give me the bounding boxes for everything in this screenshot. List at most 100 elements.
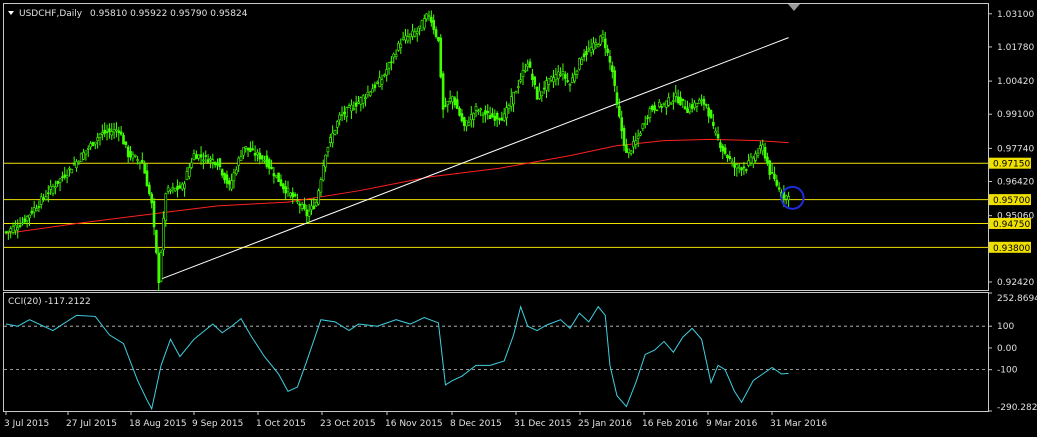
candle-body <box>178 185 182 189</box>
candle-body <box>30 210 34 214</box>
candle-body <box>742 166 746 169</box>
candle-body <box>138 161 142 164</box>
candle-body <box>787 196 790 201</box>
candle-body <box>578 58 581 70</box>
candle-body <box>392 53 396 58</box>
candle-body <box>84 150 88 155</box>
candle-body <box>418 25 421 29</box>
candle-body <box>657 101 661 107</box>
candle-body <box>232 172 236 182</box>
candle-body <box>714 130 718 134</box>
candle-body <box>171 187 175 190</box>
candle-body <box>211 159 215 163</box>
candle-body <box>669 102 673 105</box>
candle-body <box>94 141 97 145</box>
price-axis: 1.03100 1.01780 1.00420 0.99100 0.97740 0.964… <box>988 10 1034 288</box>
candle-body <box>56 180 60 185</box>
candle-body <box>737 166 741 169</box>
candle-body <box>601 34 605 38</box>
candle-body <box>110 131 114 136</box>
candle-body <box>317 190 320 205</box>
candle-body <box>291 192 295 198</box>
candle-body <box>559 73 562 76</box>
candle-body <box>44 196 48 200</box>
candle-body <box>726 154 729 158</box>
candle-body <box>310 205 313 210</box>
candle-body <box>707 107 710 117</box>
candle-body <box>277 172 280 182</box>
candle-body <box>54 186 57 189</box>
candle-body <box>439 37 443 78</box>
candle-body <box>350 104 353 112</box>
candle-body <box>613 70 616 86</box>
candle-body <box>474 106 478 111</box>
candle-body <box>385 69 389 76</box>
candle-body <box>592 42 595 51</box>
candle-body <box>634 140 638 145</box>
price-tick-label: 0.96420 <box>997 178 1034 188</box>
candle-body <box>683 106 687 110</box>
candle-body <box>773 173 776 180</box>
chart-canvas[interactable]: 1.03100 1.01780 1.00420 0.99100 0.97740 0.964… <box>0 0 1037 437</box>
candle-body <box>665 100 668 108</box>
candle-body <box>345 107 349 118</box>
candle-body <box>662 103 666 105</box>
candle-body <box>42 197 45 200</box>
candle-body <box>251 148 255 151</box>
candle-body <box>86 147 90 150</box>
candle-body <box>18 225 22 227</box>
candle-body <box>49 186 52 190</box>
candle-body <box>495 112 499 120</box>
candle-body <box>359 97 363 105</box>
candle-body <box>587 48 591 51</box>
candle-body <box>115 129 118 132</box>
candle-body <box>681 98 685 101</box>
candle-body <box>723 147 727 154</box>
candle-body <box>173 188 177 192</box>
candle-body <box>199 154 203 158</box>
candle-body <box>11 226 15 233</box>
candle-body <box>197 154 200 159</box>
candle-body <box>129 151 132 158</box>
candle-body <box>519 79 522 82</box>
time-tick-label: 1 Oct 2015 <box>256 419 306 429</box>
candle-body <box>477 110 480 113</box>
candle-body <box>227 180 231 185</box>
candle-body <box>712 121 715 126</box>
candle-body <box>364 97 367 100</box>
candle-body <box>239 156 243 161</box>
candle-body <box>756 152 760 156</box>
candle-body <box>373 84 377 89</box>
candle-body <box>162 217 165 251</box>
candle-body <box>148 184 151 194</box>
candle-body <box>265 155 269 167</box>
candle-body <box>157 252 161 284</box>
time-tick-label: 8 Dec 2015 <box>450 419 502 429</box>
candle-body <box>352 108 356 110</box>
candle-body <box>627 148 631 153</box>
candle-body <box>166 187 170 192</box>
candle-body <box>338 114 342 121</box>
candle-body <box>46 192 50 195</box>
candle-body <box>91 142 95 146</box>
candle-body <box>188 167 191 177</box>
candle-body <box>331 133 334 144</box>
ohlc-values: 0.95810 0.95922 0.95790 0.95824 <box>90 9 248 19</box>
candle-body <box>763 147 767 159</box>
candle-body <box>404 35 407 41</box>
candle-body <box>749 156 753 164</box>
candle-body <box>37 206 41 208</box>
candle-body <box>300 204 304 209</box>
candle-body <box>620 117 624 132</box>
candle-body <box>347 105 351 108</box>
candle-body <box>625 144 628 153</box>
candle-body <box>406 36 410 42</box>
candle-body <box>646 117 649 119</box>
candle-body <box>697 99 701 104</box>
price-tick-label: 1.01780 <box>997 43 1034 53</box>
candle-body <box>230 180 233 190</box>
candle-body <box>502 113 506 121</box>
candle-body <box>622 127 626 146</box>
candle-body <box>608 55 612 63</box>
candle-body <box>284 186 287 194</box>
